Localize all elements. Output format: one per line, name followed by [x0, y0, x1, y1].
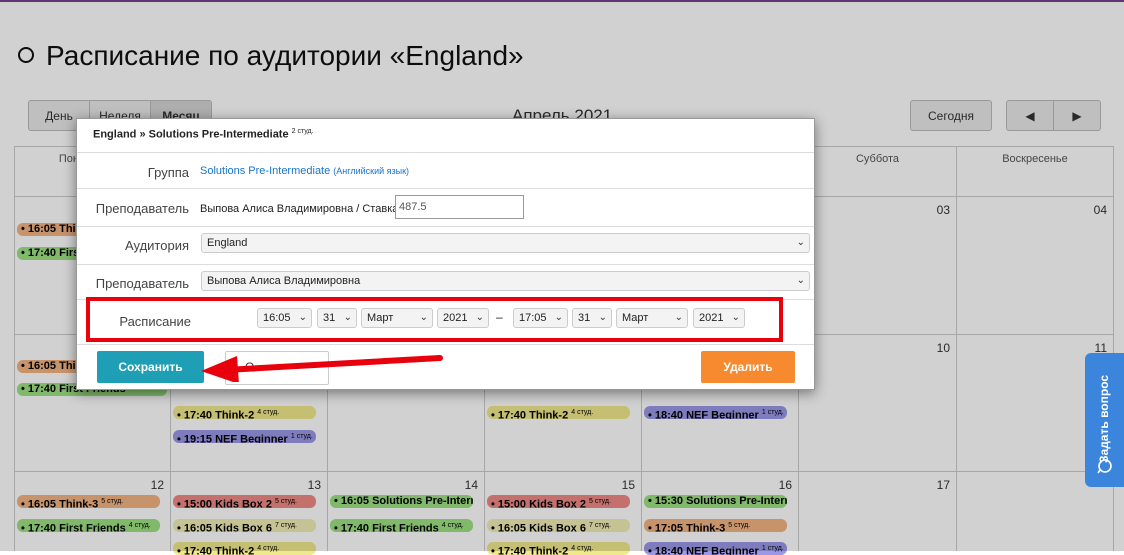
highlight-box	[86, 297, 783, 342]
arrow-annotation-icon	[201, 355, 443, 382]
save-button[interactable]: Сохранить	[97, 351, 204, 383]
chat-bubble-icon	[1097, 459, 1112, 474]
ask-question-label: Задать вопрос	[1097, 374, 1111, 463]
rate-input[interactable]: 487.5	[395, 195, 524, 219]
delete-button[interactable]: Удалить	[701, 351, 795, 383]
chevron-down-icon: ⌄	[796, 275, 805, 286]
teacher-rate-row: Преподаватель Выпова Алиса Владимировна …	[77, 188, 814, 227]
ask-question-tab[interactable]: Задать вопрос	[1085, 353, 1124, 487]
group-row: Группа Solutions Pre-Intermediate (Англи…	[77, 152, 814, 189]
room-row: Аудитория England ⌄	[77, 226, 814, 265]
room-label: Аудитория	[124, 238, 189, 253]
dialog-header: England » Solutions Pre-Intermediate 2 с…	[93, 128, 314, 141]
group-link[interactable]: Solutions Pre-Intermediate (Английский я…	[200, 165, 409, 177]
room-select[interactable]: England ⌄	[201, 233, 810, 253]
dialog-actions: Сохранить О Удалить	[77, 344, 814, 390]
teacher-label: Преподаватель	[95, 201, 189, 216]
teacher-rate-text: Выпова Алиса Владимировна / Ставка:	[200, 203, 402, 215]
chevron-down-icon: ⌄	[796, 237, 805, 248]
edit-lesson-dialog: England » Solutions Pre-Intermediate 2 с…	[76, 118, 815, 390]
teacher2-row: Преподаватель Выпова Алиса Владимировна ⌄	[77, 264, 814, 300]
teacher-select[interactable]: Выпова Алиса Владимировна ⌄	[201, 271, 810, 291]
teacher2-label: Преподаватель	[95, 276, 189, 291]
group-label: Группа	[147, 165, 189, 180]
